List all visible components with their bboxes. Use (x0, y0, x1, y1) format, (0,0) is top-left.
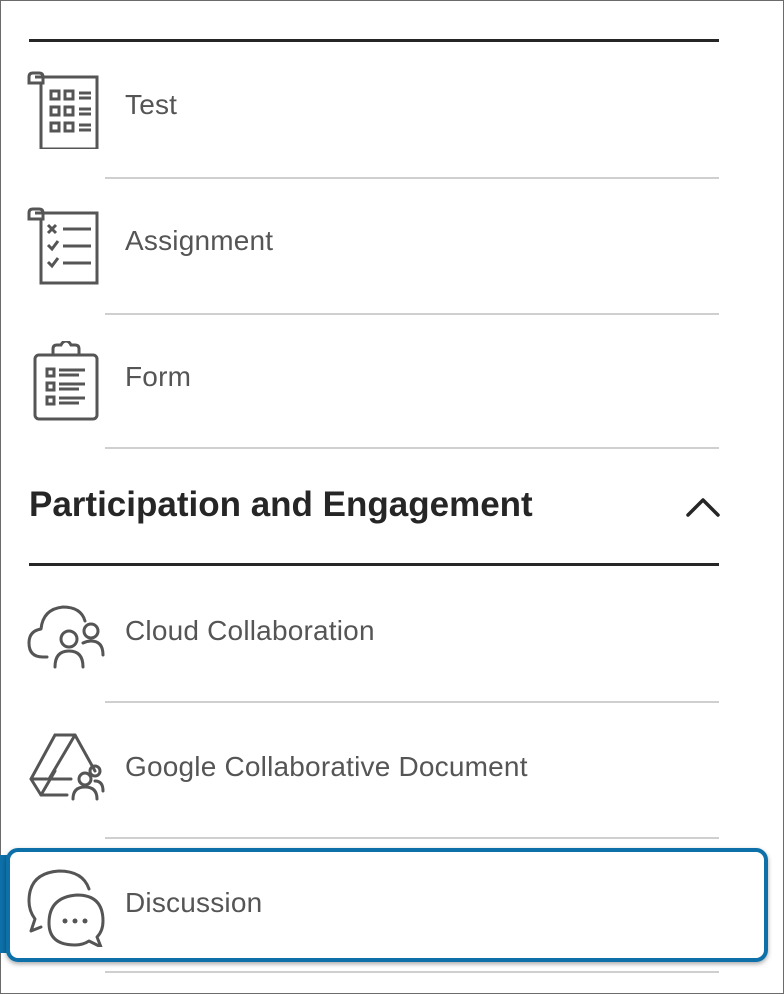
divider (105, 701, 719, 703)
section-title: Participation and Engagement (29, 485, 533, 524)
chevron-up-icon[interactable] (685, 489, 721, 525)
google-drive-people-icon (25, 731, 105, 811)
form-icon (25, 341, 105, 421)
cloud-collaboration-icon (25, 595, 105, 675)
menu-item-label: Test (125, 89, 178, 120)
divider (105, 447, 719, 449)
menu-item-cloud-collaboration[interactable]: Cloud Collaboration (25, 587, 725, 677)
section-header-participation[interactable]: Participation and Engagement (29, 479, 721, 539)
menu-item-label: Discussion (125, 887, 263, 918)
menu-item-assignment[interactable]: Assignment (25, 197, 725, 287)
divider (29, 563, 719, 566)
menu-item-label: Form (125, 361, 192, 392)
test-icon (25, 69, 105, 149)
divider (105, 177, 719, 179)
menu-item-test[interactable]: Test (25, 61, 725, 151)
menu-item-discussion[interactable]: Discussion (25, 859, 725, 949)
divider (105, 971, 719, 973)
divider (29, 39, 719, 42)
assignment-icon (25, 205, 105, 285)
content-type-menu: Test Assignment Form Participation and E… (0, 0, 784, 994)
selection-indicator (0, 855, 8, 953)
discussion-icon (25, 867, 105, 947)
menu-item-label: Google Collaborative Document (125, 751, 528, 782)
menu-item-google-collaborative-document[interactable]: Google Collaborative Document (25, 723, 725, 813)
divider (105, 837, 719, 839)
menu-item-form[interactable]: Form (25, 333, 725, 423)
menu-item-label: Assignment (125, 225, 274, 256)
divider (105, 313, 719, 315)
menu-item-label: Cloud Collaboration (125, 615, 375, 646)
